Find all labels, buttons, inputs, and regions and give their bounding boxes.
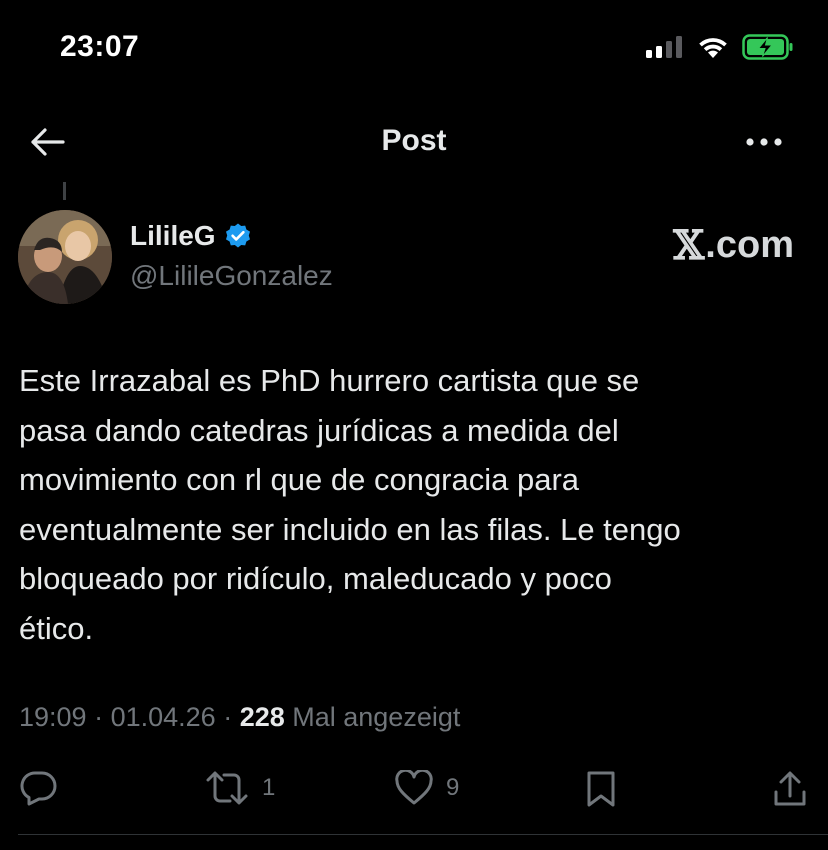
share-icon	[774, 771, 806, 806]
author-name-row: LilileG	[130, 220, 252, 252]
bookmark-button[interactable]	[584, 770, 618, 808]
post-header: LilileG @LilileGonzalez 𝕏 .com	[0, 208, 828, 308]
post-text: Este Irrazabal es PhD hurrero cartista q…	[19, 363, 681, 646]
page-title: Post	[381, 124, 447, 157]
views-count[interactable]: 228	[240, 702, 285, 732]
thread-connector-line	[63, 182, 66, 200]
divider	[18, 834, 828, 835]
reply-icon	[20, 771, 57, 806]
post-date: 01.04.26	[110, 702, 216, 732]
share-button[interactable]	[772, 770, 808, 808]
repost-icon	[206, 771, 248, 805]
watermark-text: .com	[705, 224, 794, 266]
like-button[interactable]: 9	[394, 770, 459, 806]
wifi-icon	[699, 38, 727, 58]
x-com-watermark: 𝕏 .com	[673, 222, 794, 269]
more-button[interactable]	[740, 122, 788, 162]
avatar[interactable]	[18, 210, 112, 304]
verified-badge-icon	[225, 223, 250, 248]
author-handle[interactable]: @LilileGonzalez	[130, 260, 333, 292]
profile-photo	[18, 210, 112, 304]
status-bar: 23:07	[0, 0, 828, 100]
more-horizontal-icon	[746, 138, 782, 146]
action-bar: 1 9	[0, 764, 828, 820]
repost-count: 1	[262, 774, 276, 801]
meta-separator: ·	[86, 702, 111, 732]
meta-separator: ·	[215, 702, 240, 732]
views-label: Mal angezeigt	[284, 702, 461, 732]
heart-icon	[395, 770, 433, 805]
author-name[interactable]: LilileG	[130, 220, 216, 252]
battery-charging-icon	[742, 34, 793, 60]
reply-button[interactable]	[20, 770, 70, 806]
post-meta: 19:09 · 01.04.26 · 228 Mal angezeigt	[19, 702, 460, 733]
nav-bar: Post	[0, 110, 828, 172]
x-logo-icon: 𝕏	[673, 222, 705, 269]
bookmark-icon	[587, 771, 615, 807]
like-count: 9	[446, 774, 460, 801]
status-icons	[646, 34, 794, 60]
signal-icon	[646, 36, 682, 58]
post-time: 19:09	[19, 702, 87, 732]
status-time: 23:07	[60, 30, 140, 63]
repost-button[interactable]: 1	[204, 770, 275, 806]
